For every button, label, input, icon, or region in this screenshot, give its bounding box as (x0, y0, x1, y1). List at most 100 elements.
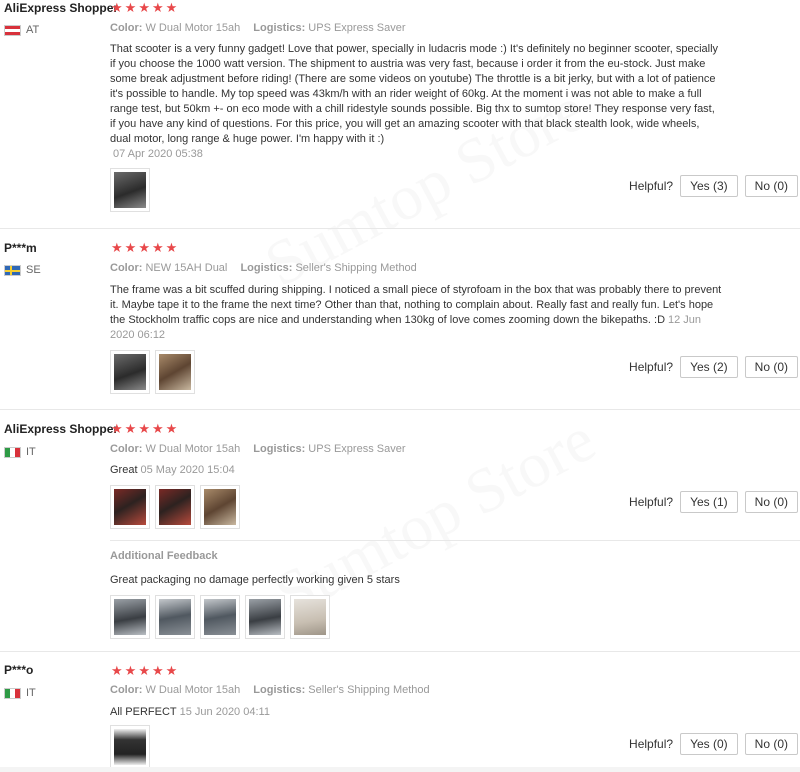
helpful-controls: Helpful? Yes (0) No (0) (629, 733, 798, 755)
star-icon: ★ (165, 664, 178, 679)
review-image[interactable] (110, 595, 150, 639)
country-code: IT (26, 446, 36, 458)
star-icon: ★ (138, 241, 150, 256)
review-divider (0, 651, 800, 652)
color-label: Color: (110, 684, 143, 696)
review-image[interactable] (155, 595, 195, 639)
additional-feedback-title: Additional Feedback (110, 550, 218, 562)
helpful-label: Helpful? (629, 360, 674, 374)
country-code: AT (26, 24, 40, 36)
reviewer-country: SE (4, 264, 41, 276)
star-icon: ★ (151, 241, 164, 256)
star-icon: ★ (138, 422, 150, 437)
color-label: Color: (110, 262, 143, 274)
color-value: W Dual Motor 15ah (145, 684, 241, 696)
star-icon: ★ (124, 422, 137, 437)
review-date: 07 Apr 2020 05:38 (113, 148, 203, 160)
logistics-label: Logistics: (240, 262, 293, 274)
logistics-value: Seller's Shipping Method (308, 684, 430, 696)
country-code: IT (26, 687, 36, 699)
logistics-label: Logistics: (253, 684, 306, 696)
review-image[interactable] (110, 485, 150, 529)
review-image[interactable] (200, 485, 240, 529)
logistics-value: UPS Express Saver (308, 443, 406, 455)
helpful-yes-button[interactable]: Yes (3) (680, 175, 738, 197)
review-date: 15 Jun 2020 04:11 (179, 706, 270, 718)
color-value: W Dual Motor 15ah (145, 443, 241, 455)
logistics-value: Seller's Shipping Method (295, 262, 417, 274)
reviewer-country: AT (4, 24, 39, 36)
helpful-no-button[interactable]: No (0) (744, 356, 798, 378)
page-bottom-edge (0, 767, 800, 772)
helpful-controls: Helpful? Yes (3) No (0) (629, 175, 798, 197)
helpful-yes-button[interactable]: Yes (1) (680, 491, 738, 513)
star-icon: ★ (111, 241, 123, 256)
reviewer-country: IT (4, 446, 36, 458)
star-icon: ★ (111, 422, 123, 437)
star-icon: ★ (138, 664, 150, 679)
star-icon: ★ (165, 1, 178, 16)
reviewer-country: IT (4, 687, 36, 699)
helpful-no-button[interactable]: No (0) (744, 175, 798, 197)
review-images (110, 350, 195, 394)
country-code: SE (26, 264, 41, 276)
star-icon: ★ (151, 1, 164, 16)
color-value: W Dual Motor 15ah (145, 22, 241, 34)
color-label: Color: (110, 22, 143, 34)
helpful-no-button[interactable]: No (0) (744, 491, 798, 513)
review-text: That scooter is a very funny gadget! Lov… (110, 43, 719, 145)
star-rating: ★ ★ ★ ★ ★ (111, 423, 177, 436)
review-text-block: All PERFECT 15 Jun 2020 04:11 (110, 705, 722, 720)
review-meta: Color: W Dual Motor 15ah Logistics: Sell… (110, 684, 430, 696)
flag-se-icon (4, 264, 21, 276)
helpful-no-button[interactable]: No (0) (744, 733, 798, 755)
star-icon: ★ (124, 664, 137, 679)
review-divider (0, 228, 800, 229)
helpful-yes-button[interactable]: Yes (2) (680, 356, 738, 378)
additional-feedback-text: Great packaging no damage perfectly work… (110, 574, 400, 586)
helpful-label: Helpful? (629, 495, 674, 509)
star-rating: ★ ★ ★ ★ ★ (111, 242, 177, 255)
helpful-label: Helpful? (629, 737, 674, 751)
star-rating: ★ ★ ★ ★ ★ (111, 665, 177, 678)
additional-divider (110, 540, 800, 541)
reviewer-name: P***o (4, 663, 34, 677)
review-image[interactable] (110, 168, 150, 212)
review-image[interactable] (110, 350, 150, 394)
star-icon: ★ (151, 664, 164, 679)
review-image[interactable] (155, 350, 195, 394)
helpful-controls: Helpful? Yes (2) No (0) (629, 356, 798, 378)
color-label: Color: (110, 443, 143, 455)
star-icon: ★ (124, 241, 137, 256)
color-value: NEW 15AH Dual (145, 262, 228, 274)
review-text-block: Great 05 May 2020 15:04 (110, 463, 722, 478)
review-image[interactable] (200, 595, 240, 639)
reviewer-name: P***m (4, 241, 37, 255)
review-meta: Color: W Dual Motor 15ah Logistics: UPS … (110, 22, 406, 34)
reviewer-name: AliExpress Shopper (4, 1, 119, 15)
review-text: The frame was a bit scuffed during shipp… (110, 284, 722, 326)
flag-it-icon (4, 446, 21, 458)
flag-it-icon (4, 687, 21, 699)
review-image[interactable] (290, 595, 330, 639)
logistics-label: Logistics: (253, 443, 306, 455)
review-date: 05 May 2020 15:04 (140, 464, 235, 476)
review-image[interactable] (110, 725, 150, 769)
helpful-yes-button[interactable]: Yes (0) (680, 733, 738, 755)
additional-images (110, 595, 330, 639)
star-icon: ★ (165, 422, 178, 437)
review-text: Great (110, 464, 138, 476)
review-image[interactable] (245, 595, 285, 639)
logistics-value: UPS Express Saver (308, 22, 406, 34)
review-images (110, 725, 150, 769)
review-text: All PERFECT (110, 706, 177, 718)
review-text-block: The frame was a bit scuffed during shipp… (110, 283, 722, 343)
star-icon: ★ (111, 1, 123, 16)
star-icon: ★ (165, 241, 178, 256)
logistics-label: Logistics: (253, 22, 306, 34)
star-icon: ★ (151, 422, 164, 437)
star-icon: ★ (124, 1, 137, 16)
star-icon: ★ (111, 664, 123, 679)
flag-at-icon (4, 24, 21, 36)
review-image[interactable] (155, 485, 195, 529)
